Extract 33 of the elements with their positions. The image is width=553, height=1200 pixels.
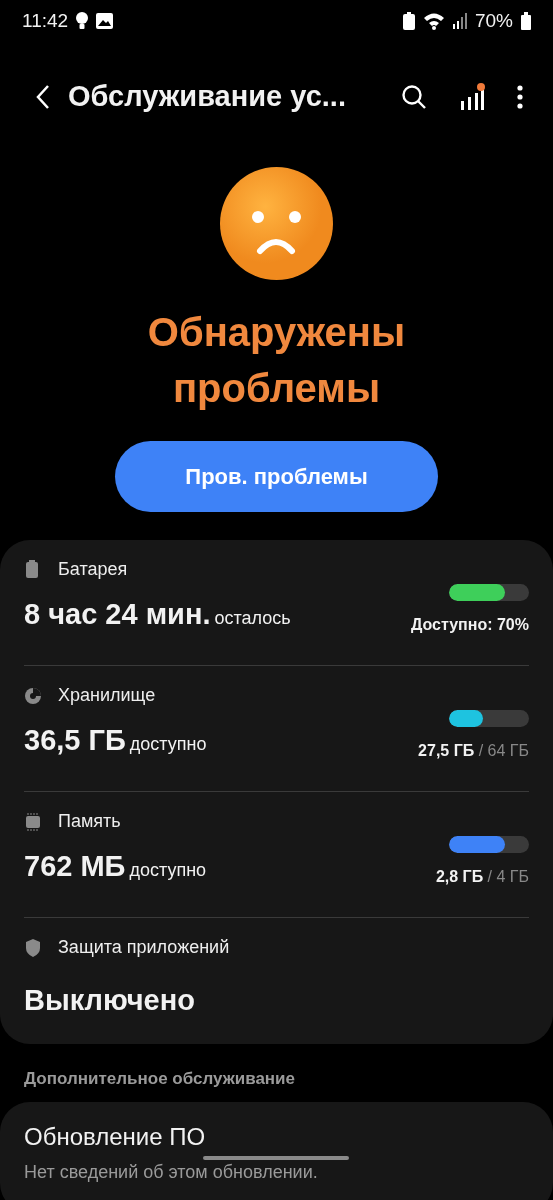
back-icon[interactable] bbox=[36, 84, 50, 110]
item-value: 36,5 ГБ доступно bbox=[24, 723, 207, 758]
battery-icon bbox=[521, 12, 531, 30]
meter-reading: 27,5 ГБ / 64 ГБ bbox=[418, 740, 529, 761]
clock-text: 11:42 bbox=[22, 8, 69, 33]
item-label: Защита приложений bbox=[58, 936, 230, 959]
chip-icon bbox=[24, 811, 42, 832]
section-heading: Дополнительное обслуживание bbox=[23, 1068, 297, 1090]
more-icon[interactable] bbox=[517, 85, 523, 109]
item-label: Хранилище bbox=[58, 684, 156, 707]
battery-saver-icon bbox=[402, 12, 415, 30]
item-label: Память bbox=[58, 810, 121, 833]
meter-reading: Доступно: 70% bbox=[410, 614, 529, 635]
page-title: Обслуживание ус... bbox=[68, 79, 346, 115]
update-title: Обновление ПО bbox=[24, 1123, 207, 1150]
search-icon[interactable] bbox=[401, 84, 427, 110]
item-value: 8 час 24 мин.осталось bbox=[24, 597, 291, 632]
status-value: Выключено bbox=[24, 983, 196, 1018]
image-icon bbox=[96, 13, 114, 29]
wifi-icon bbox=[422, 12, 445, 30]
item-value: 762 МБ доступно bbox=[24, 849, 207, 884]
pie-chart-icon bbox=[24, 685, 42, 706]
bar-chart-icon[interactable] bbox=[459, 83, 485, 111]
battery-percent-text: 70% bbox=[474, 8, 513, 33]
status-heading: Обнаружены проблемы bbox=[146, 309, 407, 412]
bulb-icon bbox=[76, 12, 89, 30]
meter-reading: 2,8 ГБ / 4 ГБ bbox=[435, 866, 529, 887]
item-label: Батарея bbox=[58, 558, 128, 581]
update-subtitle: Нет сведений об этом обновлении. bbox=[24, 1161, 319, 1183]
sad-face-icon bbox=[220, 167, 333, 280]
signal-icon bbox=[452, 13, 467, 29]
shield-icon bbox=[24, 937, 42, 958]
check-problems-button[interactable]: Пров. проблемы bbox=[115, 441, 438, 512]
